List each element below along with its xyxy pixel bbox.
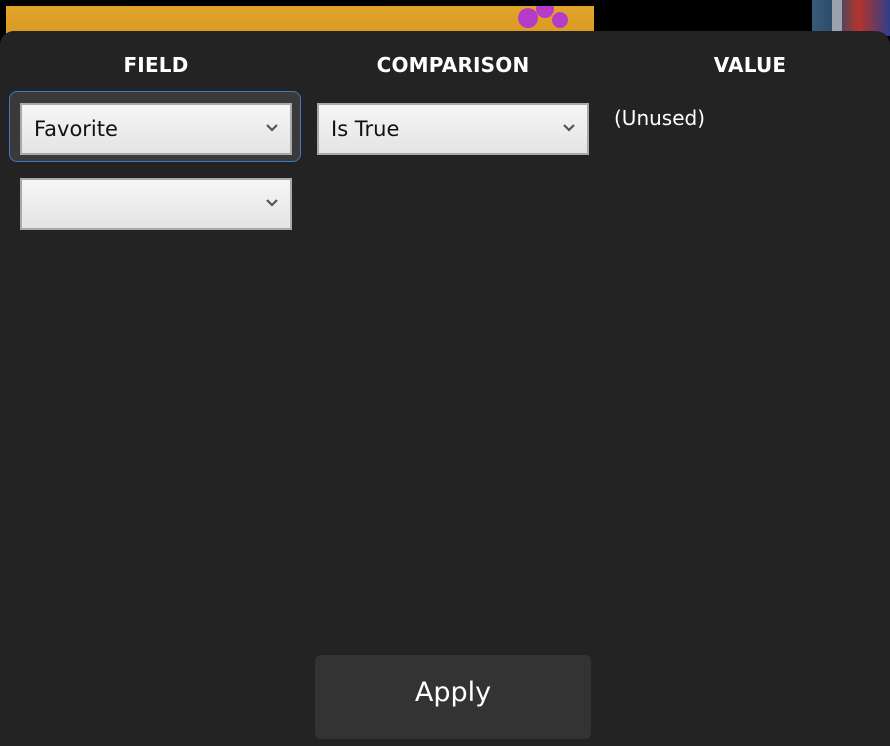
flower-decoration (536, 6, 554, 18)
field-column-header: FIELD (123, 53, 189, 77)
field-select-row-2[interactable] (20, 178, 292, 230)
value-unused-text: (Unused) (614, 106, 706, 130)
apply-button[interactable]: Apply (315, 655, 591, 739)
filter-dialog: FIELD COMPARISON VALUE Favorite Is True … (0, 31, 890, 746)
field-select-value: Favorite (34, 117, 118, 141)
chevron-down-icon (563, 120, 575, 132)
value-column-header: VALUE (713, 53, 787, 77)
flower-decoration (518, 8, 538, 28)
comparison-select-value: Is True (331, 117, 400, 141)
comparison-column-header: COMPARISON (376, 53, 530, 77)
chevron-down-icon (266, 120, 278, 132)
comparison-select-row-1[interactable]: Is True (317, 103, 589, 155)
field-select-row-1[interactable]: Favorite (20, 103, 292, 155)
chevron-down-icon (266, 195, 278, 207)
flower-decoration (552, 12, 568, 28)
